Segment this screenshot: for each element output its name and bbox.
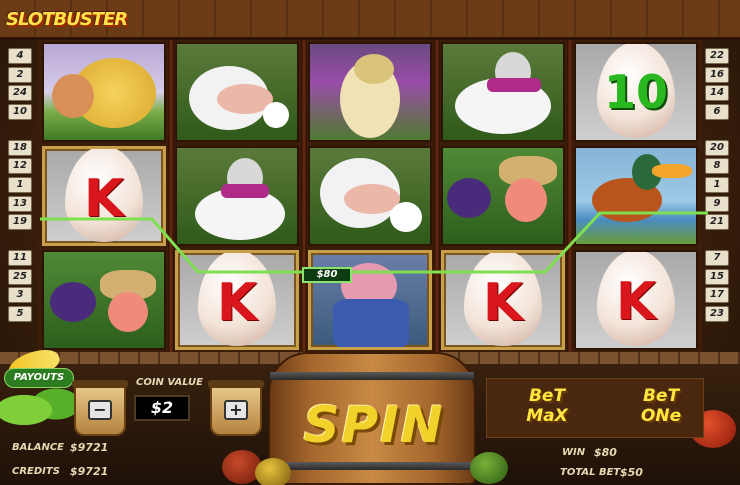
symbol-turkey bbox=[441, 42, 565, 142]
total-bet-label: TOTAL BET bbox=[560, 467, 621, 478]
reels-area: K K K 10 K bbox=[38, 40, 702, 352]
win-value: $80 bbox=[594, 446, 617, 459]
symbol-turkey bbox=[175, 146, 299, 246]
payline-indicator[interactable]: 22 bbox=[705, 48, 729, 64]
slotbuster-logo: SLOTBUSTER bbox=[6, 9, 128, 30]
symbol-ten: 10 bbox=[574, 42, 698, 142]
symbol-cow bbox=[308, 146, 432, 246]
payline-win-badge: $80 bbox=[302, 267, 352, 283]
bet-one-line1: BeT bbox=[642, 386, 680, 406]
cabbage-icon bbox=[470, 452, 508, 484]
scarecrow-face-icon bbox=[505, 178, 547, 222]
crow-icon bbox=[447, 178, 491, 218]
symbol-duck bbox=[574, 146, 698, 246]
payline-indicator[interactable]: 13 bbox=[8, 195, 32, 212]
crow-icon bbox=[50, 282, 96, 322]
symbol-k: K bbox=[574, 250, 698, 350]
payline-indicator[interactable]: 14 bbox=[705, 85, 729, 102]
symbol-k: K bbox=[42, 146, 166, 246]
payline-indicator[interactable]: 1 bbox=[705, 176, 729, 193]
symbol-horse bbox=[308, 42, 432, 142]
bet-max-line2: MaX bbox=[526, 406, 568, 426]
symbol-k: K bbox=[175, 250, 299, 350]
slot-machine: SLOTBUSTER 4 2 24 10 18 12 1 13 19 11 25… bbox=[0, 0, 740, 485]
bet-one-button[interactable]: BeT ONe bbox=[622, 380, 700, 432]
duck-beak-icon bbox=[652, 164, 692, 178]
payline-indicator[interactable]: 7 bbox=[705, 250, 729, 267]
scarf-icon bbox=[487, 78, 541, 92]
symbol-k-glyph: K bbox=[216, 273, 258, 333]
symbol-k: K bbox=[441, 250, 565, 350]
coin-decrease-button[interactable]: − bbox=[72, 380, 128, 436]
symbol-k-glyph: K bbox=[482, 273, 524, 333]
payline-indicator[interactable]: 9 bbox=[705, 195, 729, 212]
payline-indicator[interactable]: 12 bbox=[8, 158, 32, 175]
payline-indicator[interactable]: 5 bbox=[8, 305, 32, 322]
symbol-farmer-pig bbox=[308, 250, 432, 350]
scarf-icon bbox=[221, 184, 269, 198]
plus-icon: + bbox=[224, 400, 248, 420]
overalls-icon bbox=[333, 299, 409, 347]
spin-button[interactable]: SPIN bbox=[268, 352, 476, 485]
credits-value: $9721 bbox=[70, 465, 109, 478]
reel-3 bbox=[304, 40, 436, 352]
payline-indicator[interactable]: 10 bbox=[8, 103, 32, 120]
payline-indicator[interactable]: 8 bbox=[705, 158, 729, 175]
payline-indicator[interactable]: 3 bbox=[8, 287, 32, 304]
payline-indicator[interactable]: 17 bbox=[705, 287, 729, 304]
bet-max-line1: BeT bbox=[528, 386, 566, 406]
sheep-face-icon bbox=[52, 74, 94, 118]
symbol-sheep bbox=[42, 42, 166, 142]
payline-indicator[interactable]: 2 bbox=[8, 66, 32, 83]
bet-one-line2: ONe bbox=[640, 406, 682, 426]
reel-4: K bbox=[437, 40, 569, 352]
payline-indicator[interactable]: 6 bbox=[705, 103, 729, 120]
payline-indicator[interactable]: 25 bbox=[8, 268, 32, 285]
bet-max-button[interactable]: BeT MaX bbox=[508, 380, 586, 432]
leaves-decoration bbox=[0, 380, 80, 440]
scarecrow-face-icon bbox=[108, 292, 148, 332]
balance-value: $9721 bbox=[70, 441, 109, 454]
payline-indicator[interactable]: 4 bbox=[8, 48, 32, 64]
minus-icon: − bbox=[88, 400, 112, 420]
bucket-rim bbox=[72, 380, 128, 388]
reel-2: K bbox=[171, 40, 303, 352]
spin-label: SPIN bbox=[303, 396, 445, 454]
coin-value-display: $2 bbox=[134, 395, 190, 421]
bucket-rim bbox=[208, 380, 264, 388]
horse-mane-icon bbox=[354, 54, 394, 84]
right-payline-indicators: 22 16 14 6 20 8 1 9 21 7 15 17 23 bbox=[705, 48, 731, 325]
payline-indicator[interactable]: 19 bbox=[8, 214, 32, 231]
symbol-ten-glyph: 10 bbox=[603, 65, 668, 119]
payline-indicator[interactable]: 20 bbox=[705, 139, 729, 156]
left-payline-indicators: 4 2 24 10 18 12 1 13 19 11 25 3 5 bbox=[8, 48, 34, 325]
symbol-scarecrow bbox=[42, 250, 166, 350]
payline-indicator[interactable]: 16 bbox=[705, 66, 729, 83]
symbol-scarecrow bbox=[441, 146, 565, 246]
payline-indicator[interactable]: 15 bbox=[705, 268, 729, 285]
total-bet-value: $50 bbox=[620, 466, 643, 479]
coin-increase-button[interactable]: + bbox=[208, 380, 264, 436]
payline-indicator[interactable]: 23 bbox=[705, 305, 729, 322]
barrel-hoop bbox=[270, 462, 474, 470]
onion-icon bbox=[255, 458, 291, 485]
payline-indicator[interactable]: 18 bbox=[8, 139, 32, 156]
payline-indicator[interactable]: 24 bbox=[8, 85, 32, 102]
calf-icon bbox=[390, 202, 422, 232]
reel-1: K bbox=[38, 40, 170, 352]
credits-label: CREDITS bbox=[12, 466, 60, 477]
balance-label: BALANCE bbox=[12, 442, 65, 453]
coin-value-label: COIN VALUE bbox=[136, 377, 203, 388]
win-label: WIN bbox=[562, 447, 586, 458]
symbol-k-glyph: K bbox=[83, 169, 125, 229]
payouts-button[interactable]: PAYOUTS bbox=[4, 368, 74, 388]
payline-indicator[interactable]: 21 bbox=[705, 214, 729, 231]
barrel-hoop bbox=[270, 372, 474, 380]
calf-icon bbox=[263, 102, 289, 128]
payline-indicator[interactable]: 1 bbox=[8, 176, 32, 193]
symbol-k-glyph: K bbox=[615, 272, 657, 332]
reel-5: 10 K bbox=[570, 40, 702, 352]
symbol-cow bbox=[175, 42, 299, 142]
payline-indicator[interactable]: 11 bbox=[8, 250, 32, 267]
